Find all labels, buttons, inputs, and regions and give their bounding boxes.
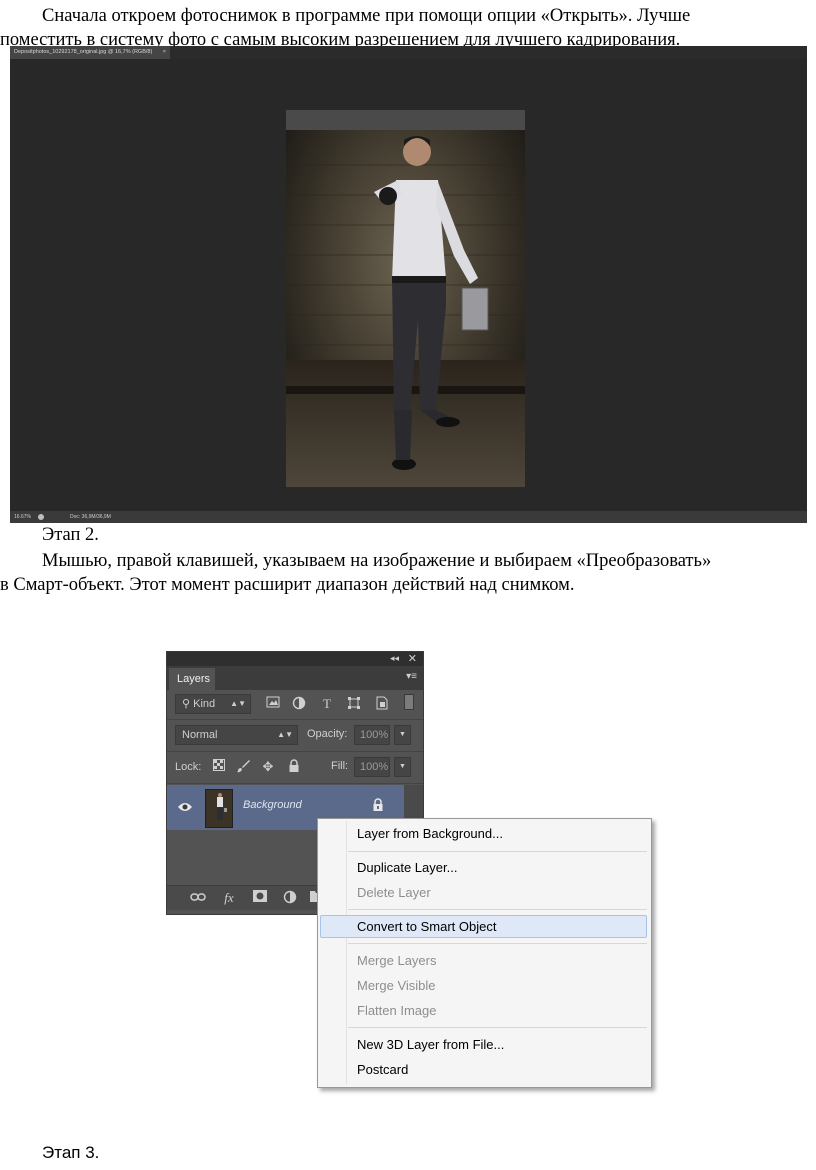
search-icon: ⚲	[182, 698, 191, 710]
pixel-filter-icon[interactable]	[265, 696, 281, 712]
visibility-eye-icon[interactable]	[177, 800, 193, 812]
panel-menu-icon[interactable]: ▾≡	[406, 671, 417, 682]
lock-label: Lock:	[175, 761, 202, 773]
add-mask-icon[interactable]	[252, 890, 268, 906]
link-layers-icon[interactable]	[190, 890, 206, 906]
menu-item-merge-visible[interactable]: Merge Visible	[357, 976, 436, 996]
filter-toggle-switch[interactable]	[404, 694, 414, 710]
lock-position-icon[interactable]: ✥	[261, 759, 275, 775]
portrait-photo	[286, 110, 525, 487]
panel-tab-row: Layers ▾≡	[167, 666, 423, 690]
canvas-area	[10, 59, 807, 511]
intro-line-1: Сначала откроем фотоснимок в программе п…	[42, 6, 691, 26]
menu-separator	[348, 943, 647, 944]
photoshop-window-screenshot: Depositphotos_10292178_original.jpg @ 16…	[10, 46, 807, 523]
menu-item-duplicate-layer[interactable]: Duplicate Layer...	[357, 858, 457, 878]
zoom-level[interactable]: 16.67%	[14, 511, 31, 523]
kind-filter-label: Kind	[193, 698, 216, 710]
divider	[167, 719, 423, 720]
step-3-label: Этап 3.	[42, 1143, 100, 1162]
menu-separator	[348, 851, 647, 852]
tab-layers[interactable]: Layers	[169, 668, 215, 690]
step-2-line-2: в Смарт-объект. Этот момент расширит диа…	[0, 575, 575, 595]
tab-close-icon[interactable]: ×	[163, 46, 166, 59]
blend-mode-value: Normal	[182, 729, 218, 741]
layer-locked-icon	[372, 798, 384, 812]
menu-item-new-3d-layer[interactable]: New 3D Layer from File...	[357, 1035, 504, 1055]
opacity-dropdown-icon[interactable]: ▼	[394, 725, 411, 745]
opacity-label: Opacity:	[307, 728, 348, 740]
document-tab[interactable]: Depositphotos_10292178_original.jpg @ 16…	[10, 46, 170, 59]
layer-thumbnail	[205, 789, 233, 828]
lock-transparency-icon[interactable]	[212, 759, 226, 775]
menu-separator	[348, 1027, 647, 1028]
divider	[167, 783, 423, 784]
fill-dropdown-icon[interactable]: ▼	[394, 757, 411, 777]
divider	[167, 751, 423, 752]
lock-brush-icon[interactable]	[236, 759, 250, 775]
panel-title-bar: ◂◂ ✕	[167, 652, 423, 666]
shape-filter-icon[interactable]	[346, 696, 362, 712]
close-panel-icon[interactable]: ✕	[408, 652, 417, 665]
fill-input[interactable]: 100%	[354, 757, 390, 777]
status-bar: 16.67% Doc: 36,9M/36,9M	[10, 511, 807, 523]
updown-arrow-icon: ▲▼	[230, 699, 246, 708]
updown-arrow-icon: ▲▼	[277, 730, 293, 739]
step-2-label: Этап 2.	[42, 525, 99, 545]
collapse-panel-icon[interactable]: ◂◂	[390, 653, 399, 664]
opacity-input[interactable]: 100%	[354, 725, 390, 745]
lock-all-icon[interactable]	[287, 759, 301, 775]
kind-filter-select[interactable]: ⚲ Kind ▲▼	[175, 694, 251, 714]
document-tab-title: Depositphotos_10292178_original.jpg @ 16…	[14, 49, 153, 55]
menu-item-merge-layers[interactable]: Merge Layers	[357, 951, 436, 971]
step-2-line-1: Мышью, правой клавишей, указываем на изо…	[42, 551, 712, 571]
blend-mode-select[interactable]: Normal ▲▼	[175, 725, 298, 745]
fx-effects-icon[interactable]: fx	[221, 890, 237, 906]
fill-label: Fill:	[331, 760, 349, 772]
document-size-info: Doc: 36,9M/36,9M	[70, 514, 111, 520]
menu-item-delete-layer[interactable]: Delete Layer	[357, 883, 431, 903]
type-filter-icon[interactable]: T	[319, 696, 335, 712]
layer-name[interactable]: Background	[243, 799, 302, 811]
menu-item-convert-to-smart-object[interactable]: Convert to Smart Object	[357, 917, 496, 937]
smart-object-filter-icon[interactable]	[374, 696, 390, 712]
adjustment-filter-icon[interactable]	[291, 696, 307, 712]
status-menu-icon[interactable]	[38, 514, 44, 520]
menu-icon-gutter	[346, 821, 347, 1085]
layer-context-menu: Layer from Background... Duplicate Layer…	[317, 818, 652, 1088]
adjustment-layer-icon[interactable]	[282, 890, 298, 906]
menu-item-postcard[interactable]: Postcard	[357, 1060, 408, 1080]
menu-item-flatten-image[interactable]: Flatten Image	[357, 1001, 437, 1021]
menu-item-layer-from-background[interactable]: Layer from Background...	[357, 824, 503, 844]
menu-separator	[348, 909, 647, 910]
